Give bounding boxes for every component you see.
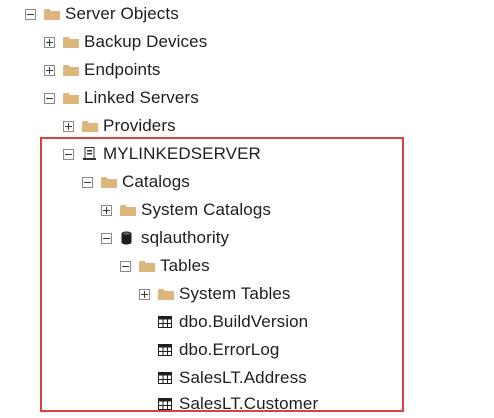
tree-node-label: MYLINKEDSERVER xyxy=(103,144,261,163)
tree-node-address[interactable]: SalesLT.Address xyxy=(139,364,307,392)
collapse-toggle[interactable] xyxy=(44,92,55,104)
folder-icon xyxy=(101,175,117,189)
expand-toggle[interactable] xyxy=(101,204,112,216)
tree-node-label: Providers xyxy=(103,116,176,135)
folder-icon xyxy=(63,35,79,49)
tree-node-label: Tables xyxy=(160,256,210,275)
collapse-toggle[interactable] xyxy=(101,232,112,244)
tree-node-backup-devices[interactable]: Backup Devices xyxy=(44,28,207,56)
table-icon xyxy=(158,343,174,357)
tree-node-label: sqlauthority xyxy=(141,228,230,247)
tree-node-label: SalesLT.Address xyxy=(179,368,307,387)
object-explorer-tree: Server Objects Backup Devices Endpoints … xyxy=(0,0,494,413)
tree-node-label: Linked Servers xyxy=(84,88,199,107)
collapse-toggle[interactable] xyxy=(63,148,74,160)
expand-toggle[interactable] xyxy=(139,288,150,300)
tree-node-system-catalogs[interactable]: System Catalogs xyxy=(101,196,271,224)
tree-node-sqlauthority[interactable]: sqlauthority xyxy=(101,224,229,252)
folder-icon xyxy=(158,287,174,301)
tree-node-label: SalesLT.Customer xyxy=(179,394,319,413)
expand-toggle[interactable] xyxy=(44,36,55,48)
tree-node-linked-servers[interactable]: Linked Servers xyxy=(44,84,199,112)
folder-icon xyxy=(82,119,98,133)
tree-node-label: dbo.BuildVersion xyxy=(179,312,309,331)
folder-icon xyxy=(44,7,60,21)
tree-node-label: Catalogs xyxy=(122,172,190,191)
tree-node-providers[interactable]: Providers xyxy=(63,112,176,140)
folder-icon xyxy=(139,259,155,273)
tree-node-catalogs[interactable]: Catalogs xyxy=(82,168,190,196)
folder-icon xyxy=(63,63,79,77)
expand-toggle[interactable] xyxy=(44,64,55,76)
tree-node-build-version[interactable]: dbo.BuildVersion xyxy=(139,308,308,336)
database-icon xyxy=(120,231,136,245)
folder-icon xyxy=(120,203,136,217)
collapse-toggle[interactable] xyxy=(82,176,93,188)
tree-node-endpoints[interactable]: Endpoints xyxy=(44,56,161,84)
tree-node-label: Endpoints xyxy=(84,60,161,79)
tree-node-server-objects[interactable]: Server Objects xyxy=(25,0,179,28)
collapse-toggle[interactable] xyxy=(25,8,36,20)
tree-node-system-tables[interactable]: System Tables xyxy=(139,280,291,308)
table-icon xyxy=(158,397,174,411)
tree-node-label: System Catalogs xyxy=(141,200,271,219)
table-icon xyxy=(158,315,174,329)
tree-node-label: dbo.ErrorLog xyxy=(179,340,280,359)
tree-node-label: Backup Devices xyxy=(84,32,208,51)
tree-node-customer[interactable]: SalesLT.Customer xyxy=(139,390,318,418)
expand-toggle[interactable] xyxy=(63,120,74,132)
tree-node-tables[interactable]: Tables xyxy=(120,252,210,280)
folder-icon xyxy=(63,91,79,105)
tree-node-label: Server Objects xyxy=(65,4,179,23)
collapse-toggle[interactable] xyxy=(120,260,131,272)
server-icon xyxy=(82,147,98,161)
table-icon xyxy=(158,371,174,385)
tree-node-error-log[interactable]: dbo.ErrorLog xyxy=(139,336,279,364)
tree-node-mylinkedserver[interactable]: MYLINKEDSERVER xyxy=(63,140,261,168)
tree-node-label: System Tables xyxy=(179,284,291,303)
